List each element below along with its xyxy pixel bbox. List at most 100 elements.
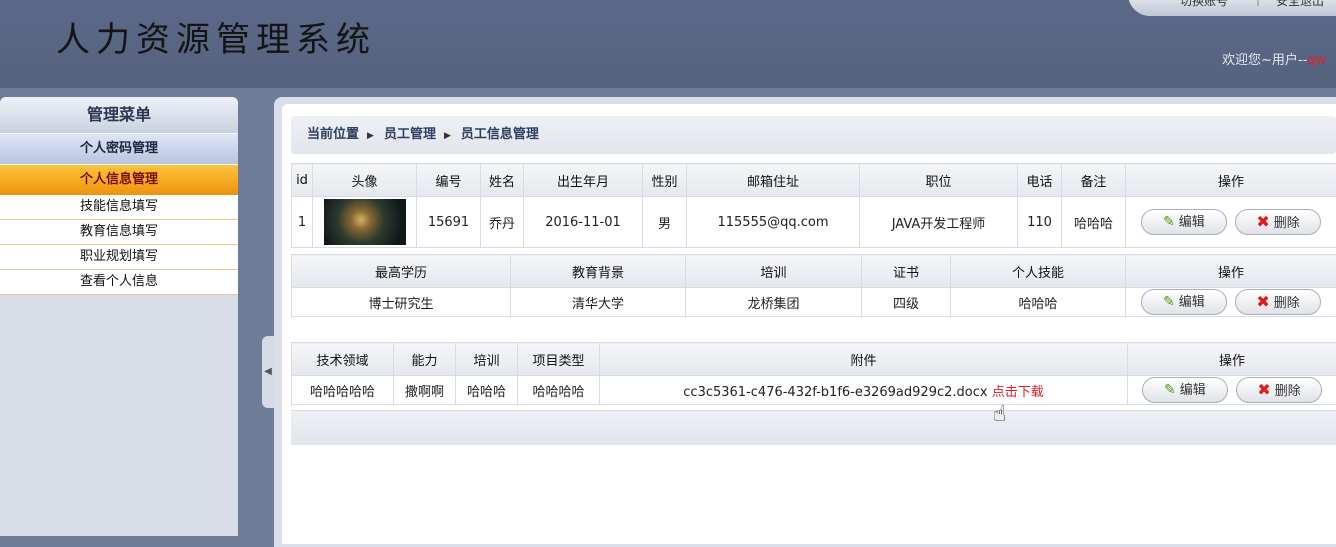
column-header: 能力 <box>394 343 456 376</box>
column-header: 电话 <box>1018 164 1062 197</box>
delete-button[interactable]: ✖ 删除 <box>1235 289 1321 315</box>
hand-cursor-icon: ☝ <box>993 402 1006 427</box>
cell-email: 115555@qq.com <box>687 197 860 248</box>
column-header: 头像 <box>313 164 417 197</box>
delete-label: 删除 <box>1274 216 1300 231</box>
current-user: qw <box>1307 53 1326 68</box>
app-header: 人力资源管理系统 切换账号 | 安全退出 欢迎您~用户--qw <box>0 0 1336 88</box>
column-header: 教育背景 <box>511 255 686 288</box>
sidebar-collapse-handle[interactable]: ◀ <box>262 336 274 408</box>
table-row: 博士研究生 清华大学 龙桥集团 四级 哈哈哈 ✎ 编辑 ✖ 删除 <box>292 288 1336 317</box>
skill-table: 技术领域 能力 培训 项目类型 附件 操作 哈哈哈哈哈 撒啊啊 哈哈哈 哈哈哈哈… <box>291 342 1336 405</box>
top-links-divider: | <box>1256 0 1260 6</box>
delete-x-icon: ✖ <box>1256 292 1269 311</box>
column-header: 姓名 <box>481 164 524 197</box>
pencil-icon: ✎ <box>1163 214 1175 230</box>
welcome-text: 欢迎您~用户-- <box>1222 53 1307 68</box>
menu-item-skill-info[interactable]: 技能信息填写 <box>0 195 238 220</box>
column-header: 个人技能 <box>951 255 1126 288</box>
app-title: 人力资源管理系统 <box>56 12 376 61</box>
edit-label: 编辑 <box>1179 295 1205 310</box>
column-header: 最高学历 <box>292 255 511 288</box>
top-links: 切换账号 | 安全退出 <box>1128 0 1336 16</box>
breadcrumb-employee-info-management[interactable]: 员工信息管理 <box>461 127 539 142</box>
breadcrumb-arrow-icon: ▶ <box>444 131 451 141</box>
column-header: 操作 <box>1126 164 1336 197</box>
cell-background: 清华大学 <box>511 288 686 317</box>
cell-actions: ✎ 编辑 ✖ 删除 <box>1128 376 1336 405</box>
cell-training: 哈哈哈 <box>456 376 518 405</box>
cell-note: 哈哈哈 <box>1062 197 1126 248</box>
sidebar-title: 管理菜单 <box>0 97 238 133</box>
menu-personal-info-management[interactable]: 个人信息管理 <box>0 164 238 195</box>
cell-birth: 2016-11-01 <box>524 197 643 248</box>
breadcrumb-location: 当前位置 <box>307 127 359 142</box>
sidebar: 管理菜单 个人密码管理 个人信息管理 技能信息填写 教育信息填写 职业规划填写 … <box>0 97 238 536</box>
column-header: 操作 <box>1128 343 1336 376</box>
delete-label: 删除 <box>1275 384 1301 399</box>
cell-actions: ✎ 编辑 ✖ 删除 <box>1126 288 1336 317</box>
skill-table-header: 技术领域 能力 培训 项目类型 附件 操作 <box>292 343 1336 376</box>
delete-label: 删除 <box>1274 296 1300 311</box>
menu-item-view-personal-info[interactable]: 查看个人信息 <box>0 270 238 295</box>
menu-item-education-info[interactable]: 教育信息填写 <box>0 220 238 245</box>
column-header: 证书 <box>862 255 951 288</box>
cell-degree: 博士研究生 <box>292 288 511 317</box>
pencil-icon: ✎ <box>1163 294 1175 310</box>
column-header: 职位 <box>860 164 1018 197</box>
column-header: 附件 <box>600 343 1128 376</box>
column-header: 出生年月 <box>524 164 643 197</box>
column-header: 邮箱住址 <box>687 164 860 197</box>
cell-certificate: 四级 <box>862 288 951 317</box>
delete-button[interactable]: ✖ 删除 <box>1236 377 1322 403</box>
cell-phone: 110 <box>1018 197 1062 248</box>
breadcrumb-employee-management[interactable]: 员工管理 <box>384 127 436 142</box>
education-table-header: 最高学历 教育背景 培训 证书 个人技能 操作 <box>292 255 1336 288</box>
edit-button[interactable]: ✎ 编辑 <box>1142 377 1228 403</box>
table-row: 1 15691 乔丹 2016-11-01 男 115555@qq.com JA… <box>292 197 1336 248</box>
column-header: 技术领域 <box>292 343 394 376</box>
attachment-filename: cc3c5361-c476-432f-b1f6-e3269ad929c2.doc… <box>683 385 987 400</box>
column-header: id <box>292 164 313 197</box>
cell-name: 乔丹 <box>481 197 524 248</box>
table-row: 哈哈哈哈哈 撒啊啊 哈哈哈 哈哈哈哈 cc3c5361-c476-432f-b1… <box>292 376 1336 405</box>
menu-password-management[interactable]: 个人密码管理 <box>0 133 238 164</box>
column-header: 备注 <box>1062 164 1126 197</box>
edit-label: 编辑 <box>1180 383 1206 398</box>
column-header: 项目类型 <box>518 343 600 376</box>
column-header: 操作 <box>1126 255 1336 288</box>
cell-ability: 撒啊啊 <box>394 376 456 405</box>
table-footer-bar <box>291 410 1336 445</box>
cell-project-type: 哈哈哈哈 <box>518 376 600 405</box>
pencil-icon: ✎ <box>1164 382 1176 398</box>
delete-x-icon: ✖ <box>1256 212 1269 231</box>
cell-training: 龙桥集团 <box>686 288 862 317</box>
breadcrumb: 当前位置 ▶ 员工管理 ▶ 员工信息管理 <box>291 116 1336 154</box>
avatar <box>324 199 406 245</box>
column-header: 编号 <box>417 164 481 197</box>
menu-item-career-plan[interactable]: 职业规划填写 <box>0 245 238 270</box>
cell-id: 1 <box>292 197 313 248</box>
delete-button[interactable]: ✖ 删除 <box>1235 209 1321 235</box>
cell-skills: 哈哈哈 <box>951 288 1126 317</box>
logout-link[interactable]: 安全退出 <box>1276 0 1336 9</box>
cell-number: 15691 <box>417 197 481 248</box>
welcome-message: 欢迎您~用户--qw <box>1222 49 1326 68</box>
edit-label: 编辑 <box>1179 215 1205 230</box>
cell-field: 哈哈哈哈哈 <box>292 376 394 405</box>
breadcrumb-arrow-icon: ▶ <box>367 131 374 141</box>
cell-gender: 男 <box>643 197 687 248</box>
delete-x-icon: ✖ <box>1257 380 1270 399</box>
cell-attachment: cc3c5361-c476-432f-b1f6-e3269ad929c2.doc… <box>600 376 1128 405</box>
download-link[interactable]: 点击下载 <box>992 385 1044 400</box>
cell-actions: ✎ 编辑 ✖ 删除 <box>1126 197 1336 248</box>
column-header: 性别 <box>643 164 687 197</box>
cell-position: JAVA开发工程师 <box>860 197 1018 248</box>
cell-avatar <box>313 197 417 248</box>
edit-button[interactable]: ✎ 编辑 <box>1141 289 1227 315</box>
employee-table: id 头像 编号 姓名 出生年月 性别 邮箱住址 职位 电话 备注 操作 1 1… <box>291 163 1336 248</box>
column-header: 培训 <box>686 255 862 288</box>
column-header: 培训 <box>456 343 518 376</box>
edit-button[interactable]: ✎ 编辑 <box>1141 209 1227 235</box>
education-table: 最高学历 教育背景 培训 证书 个人技能 操作 博士研究生 清华大学 龙桥集团 … <box>291 254 1336 317</box>
